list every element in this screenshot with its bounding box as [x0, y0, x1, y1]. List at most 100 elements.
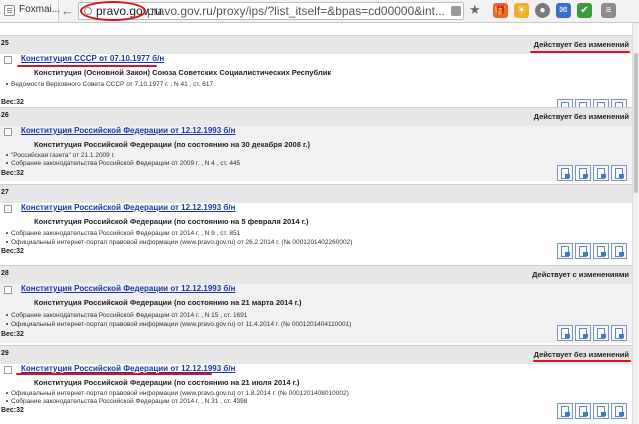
document-link[interactable]: Конституция Российской Федерации от 12.1… [21, 284, 235, 293]
annotation-underline [16, 373, 212, 375]
document-link[interactable]: Конституция Российской Федерации от 12.1… [21, 203, 235, 212]
result-header: 26 Действует без изменений [0, 107, 632, 126]
bullet-icon [6, 154, 8, 157]
url-path: pravo.gov.ru/proxy/ips/?list_itself=&bpa… [147, 4, 445, 18]
document-icon[interactable] [557, 243, 573, 259]
mail-icon[interactable]: ✉ [556, 3, 571, 18]
weight-label: Вес:32 [1, 99, 24, 106]
back-arrow-icon[interactable]: ← [61, 3, 74, 19]
result-number: 26 [1, 112, 9, 119]
document-icon[interactable] [557, 165, 573, 181]
export-document-icon[interactable] [611, 165, 627, 181]
info-document-icon[interactable] [575, 165, 591, 181]
bullet-icon [6, 83, 8, 86]
bullet-icon [6, 241, 8, 244]
document-title: Конституция (Основной Закон) Союза Совет… [34, 68, 332, 77]
result-number: 28 [1, 270, 9, 277]
document-title: Конституция Российской Федерации (по сос… [34, 378, 300, 387]
weight-label: Вес:32 [1, 170, 24, 177]
weather-icon[interactable]: ☀ [514, 3, 529, 18]
source-text: Официальный интернет-портал правовой инф… [11, 321, 352, 328]
result-header: 27 [0, 184, 632, 203]
bullet-icon [6, 162, 8, 165]
source-text: Официальный интернет-портал правовой инф… [11, 390, 349, 397]
result-number: 27 [1, 189, 9, 196]
source-item: Официальный интернет-портал правовой инф… [6, 239, 352, 246]
scrollbar[interactable] [632, 23, 639, 424]
result-item: 29 Действует без изменений Конституция Р… [0, 345, 632, 424]
export-document-icon[interactable] [611, 243, 627, 259]
source-text: "Российская газета" от 21.1.2009 г. [11, 152, 115, 159]
document-title: Конституция Российской Федерации (по сос… [34, 217, 309, 226]
action-buttons [557, 325, 629, 341]
weight-label: Вес:32 [1, 331, 24, 338]
status-label: Действует без изменений [533, 40, 629, 49]
tab-title: Foxmai... [19, 4, 61, 15]
bullet-icon [6, 392, 8, 395]
action-buttons [557, 403, 629, 419]
export-document-icon[interactable] [611, 325, 627, 341]
source-text: Собрание законодательства Российской Фед… [11, 312, 248, 319]
bullet-icon [6, 314, 8, 317]
select-checkbox[interactable] [4, 366, 12, 374]
shield-icon[interactable]: ✔ [577, 3, 592, 18]
document-link[interactable]: Конституция СССР от 07.10.1977 б/н [21, 54, 164, 63]
copy-document-icon[interactable] [593, 325, 609, 341]
weight-label: Вес:32 [1, 248, 24, 255]
info-document-icon[interactable] [575, 403, 591, 419]
source-item: "Российская газета" от 21.1.2009 г. [6, 152, 115, 159]
result-item: 26 Действует без изменений Конституция Р… [0, 107, 632, 181]
info-document-icon[interactable] [575, 243, 591, 259]
source-item: Собрание законодательства Российской Фед… [6, 230, 240, 237]
select-checkbox[interactable] [4, 286, 12, 294]
source-text: Собрание законодательства Российской Фед… [11, 230, 241, 237]
bullet-icon [6, 400, 8, 403]
scrollbar-thumb[interactable] [634, 53, 638, 193]
document-title: Конституция Российской Федерации (по сос… [34, 298, 302, 307]
source-item: Официальный интернет-портал правовой инф… [6, 390, 349, 397]
search-results: 25 Действует без изменений Конституция С… [0, 23, 632, 424]
weight-label: Вес:32 [1, 407, 24, 414]
annotation-underline [530, 51, 630, 53]
menu-icon[interactable]: ≡ [601, 3, 616, 18]
copy-document-icon[interactable] [593, 165, 609, 181]
document-title: Конституция Российской Федерации (по сос… [34, 140, 310, 149]
source-item: Ведомости Верховного Совета СССР от 7.10… [6, 81, 213, 88]
status-label: Действует с изменениями [532, 270, 629, 279]
action-buttons [557, 243, 629, 259]
source-text: Собрание законодательства Российской Фед… [11, 398, 248, 405]
source-text: Собрание законодательства Российской Фед… [11, 160, 241, 167]
result-item: 27 Конституция Российской Федерации от 1… [0, 184, 632, 262]
annotation-underline [533, 360, 631, 362]
select-checkbox[interactable] [4, 56, 12, 64]
select-checkbox[interactable] [4, 128, 12, 136]
result-number: 29 [1, 350, 9, 357]
document-icon[interactable] [557, 403, 573, 419]
source-item: Официальный интернет-портал правовой инф… [6, 321, 351, 328]
annotation-underline [17, 65, 157, 67]
bookmark-star-icon[interactable]: ★ [469, 2, 481, 18]
info-document-icon[interactable] [575, 325, 591, 341]
export-document-icon[interactable] [611, 403, 627, 419]
source-item: Собрание законодательства Российской Фед… [6, 398, 247, 405]
url-highlight-circle [80, 1, 146, 21]
source-text: Ведомости Верховного Совета СССР от 7.10… [11, 81, 214, 88]
source-item: Собрание законодательства Российской Фед… [6, 160, 240, 167]
source-item: Собрание законодательства Российской Фед… [6, 312, 247, 319]
status-label: Действует без изменений [533, 112, 629, 121]
document-icon[interactable] [557, 325, 573, 341]
bullet-icon [6, 232, 8, 235]
copy-document-icon[interactable] [593, 243, 609, 259]
select-checkbox[interactable] [4, 205, 12, 213]
result-header: 28 Действует с изменениями [0, 265, 632, 284]
gift-icon[interactable]: 🎁 [493, 3, 508, 18]
status-label: Действует без изменений [533, 350, 629, 359]
copy-document-icon[interactable] [593, 403, 609, 419]
circle-icon[interactable]: ● [535, 3, 550, 18]
document-link[interactable]: Конституция Российской Федерации от 12.1… [21, 126, 235, 135]
source-text: Официальный интернет-портал правовой инф… [11, 239, 353, 246]
result-number: 25 [1, 40, 9, 47]
browser-tab[interactable]: Foxmai... [0, 0, 61, 22]
document-link[interactable]: Конституция Российской Федерации от 12.1… [21, 364, 235, 373]
page-action-icon[interactable] [451, 6, 461, 16]
